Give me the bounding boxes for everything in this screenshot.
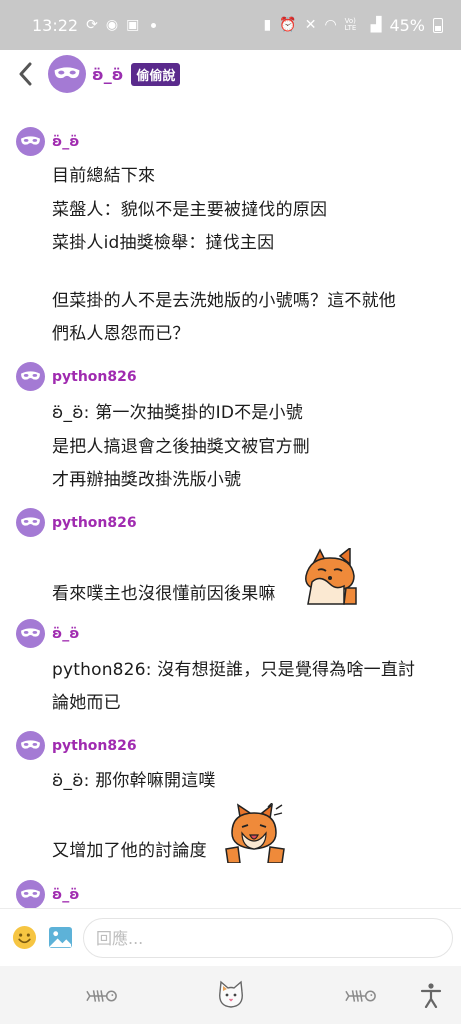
fishbone-icon[interactable] <box>345 986 377 1006</box>
message-line: 是把人搞退會之後抽獎文被官方刪 <box>52 437 310 457</box>
back-button[interactable] <box>14 59 36 89</box>
poster-name[interactable]: ʚ̈_ʚ̈ <box>92 65 123 84</box>
sync-icon: ⟳ <box>86 17 98 33</box>
battery-percent: 45% <box>389 15 425 35</box>
cat-face-icon[interactable] <box>216 980 246 1010</box>
message-line: python826: 沒有想挺誰，只是覺得為啥一直討 <box>52 660 416 680</box>
author-name[interactable]: python826 <box>52 515 137 531</box>
reply-input[interactable] <box>83 918 453 958</box>
author-name[interactable]: python826 <box>52 369 137 385</box>
message-line: 目前總結下來 <box>52 166 156 186</box>
message-line: 又增加了他的討論度 <box>52 841 207 861</box>
mute-icon: ✕ <box>304 17 317 33</box>
chevron-left-icon <box>19 62 32 86</box>
message-line: ʚ̈_ʚ̈: 那你幹嘛開這噗 <box>52 771 216 791</box>
avatar[interactable] <box>16 619 45 648</box>
avatar[interactable] <box>16 127 45 156</box>
status-bar: 13:22 ⟳ ◉ ▣ ▮ ⏰ ✕ ◠ Vo) LTE ▟ 45% <box>0 0 461 50</box>
dm-icon: ▣ <box>126 17 140 33</box>
smiley-icon[interactable] <box>12 925 37 950</box>
message-line: 菜盤人：貌似不是主要被撻伐的原因 <box>52 200 328 220</box>
fox-sticker-icon <box>305 548 357 605</box>
message-line: 才再辦抽獎改掛洗版小號 <box>52 470 242 490</box>
plurk-header: ʚ̈_ʚ̈ 偷偷說 <box>0 50 461 98</box>
volte-label: Vo) LTE <box>344 17 357 32</box>
line-app-icon: ◉ <box>105 17 119 33</box>
wifi-icon: ◠ <box>324 17 337 33</box>
battery-icon <box>433 17 443 33</box>
avatar[interactable] <box>16 731 45 760</box>
bottom-nav <box>0 966 461 1024</box>
author-name[interactable]: ʚ̈_ʚ̈ <box>52 134 79 150</box>
avatar[interactable] <box>16 362 45 391</box>
fishbone-icon[interactable] <box>86 986 118 1006</box>
signal-icon: ▟ <box>370 17 382 33</box>
avatar[interactable] <box>48 55 86 93</box>
message-line: 論她而已 <box>52 693 121 713</box>
author-name[interactable]: ʚ̈_ʚ̈ <box>52 626 79 642</box>
more-notifications-dot <box>151 22 157 28</box>
message-line: 菜掛人id抽獎檢舉：撻伐主因 <box>52 233 275 253</box>
message-line: 但菜掛的人不是去洗她版的小號嗎？這不就他 <box>52 291 396 311</box>
message-line: 們私人恩怨而已？ <box>52 324 190 344</box>
avatar[interactable] <box>16 880 45 909</box>
fox-sticker-icon <box>225 803 285 863</box>
avatar[interactable] <box>16 508 45 537</box>
notification-icon: ▮ <box>263 17 272 33</box>
accessibility-icon[interactable] <box>420 982 442 1008</box>
alarm-icon: ⏰ <box>279 17 297 33</box>
image-icon[interactable] <box>48 926 73 949</box>
author-name[interactable]: ʚ̈_ʚ̈ <box>52 887 79 903</box>
message-line: ʚ̈_ʚ̈: 第一次抽獎掛的ID不是小號 <box>52 403 303 423</box>
reply-bar <box>0 908 461 967</box>
author-name[interactable]: python826 <box>52 738 137 754</box>
anonymous-badge: 偷偷說 <box>131 62 181 86</box>
status-time: 13:22 <box>32 15 79 35</box>
message-line: 看來噗主也沒很懂前因後果嘛 <box>52 584 276 604</box>
